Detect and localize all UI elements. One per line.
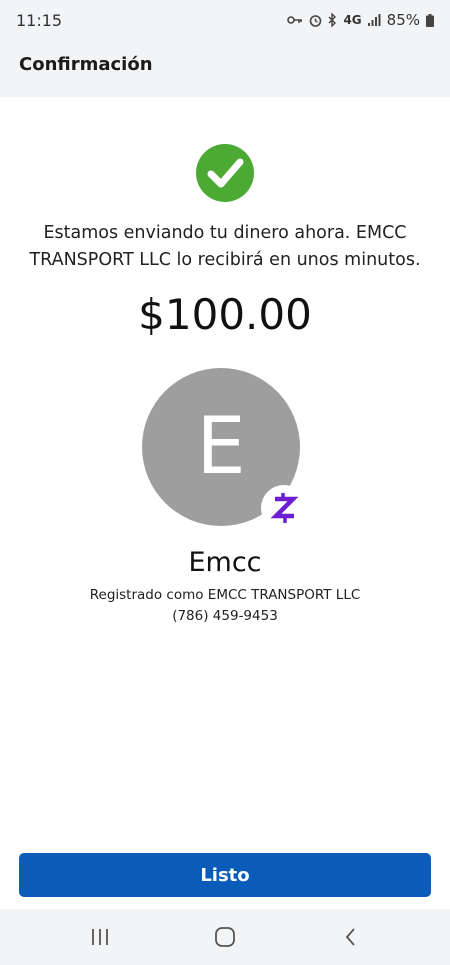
confirmation-message: Estamos enviando tu dinero ahora. EMCC T…	[29, 223, 421, 270]
amount: $100.00	[138, 290, 312, 339]
alarm-icon	[309, 14, 322, 27]
signal-icon	[367, 14, 381, 26]
app-header: Confirmación	[0, 40, 450, 97]
key-icon	[287, 14, 303, 26]
recent-apps-icon[interactable]	[86, 923, 114, 951]
battery-icon	[426, 13, 434, 27]
home-icon[interactable]	[211, 923, 239, 951]
status-bar: 11:15 4G 85%	[0, 0, 450, 40]
page-title: Confirmación	[19, 54, 153, 75]
status-icons: 4G 85%	[287, 11, 434, 29]
network-4g-icon: 4G	[343, 13, 362, 27]
system-nav-bar	[0, 909, 450, 965]
done-button[interactable]: Listo	[19, 853, 431, 897]
confirmation-content: Estamos enviando tu dinero ahora. EMCC T…	[0, 97, 450, 909]
back-icon[interactable]	[337, 923, 365, 951]
avatar-letter: E	[196, 402, 246, 492]
success-check-icon	[196, 144, 254, 202]
battery-level: 85%	[386, 11, 420, 29]
status-time: 11:15	[16, 10, 63, 30]
zelle-icon	[261, 485, 307, 531]
bluetooth-icon	[328, 13, 337, 27]
registered-as: Registrado como EMCC TRANSPORT LLC	[89, 587, 361, 603]
recipient-name: Emcc	[188, 547, 262, 578]
recipient-phone: (786) 459-9453	[172, 608, 278, 624]
